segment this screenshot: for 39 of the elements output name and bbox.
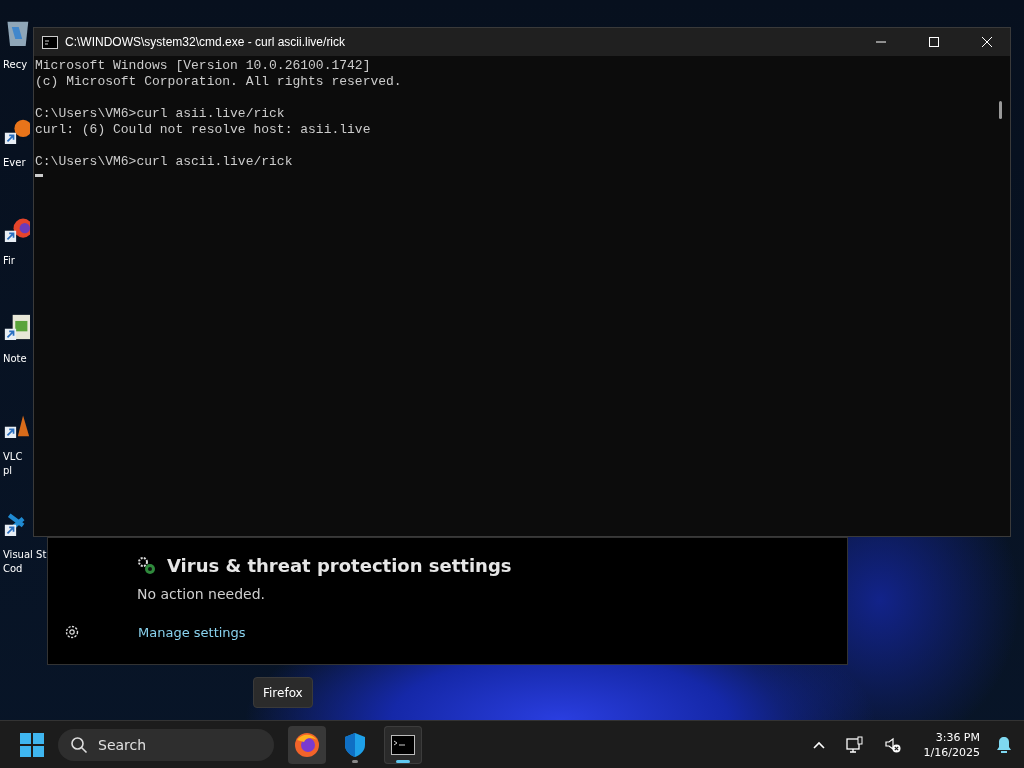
notepad-icon[interactable] (4, 312, 30, 342)
shield-icon (343, 731, 367, 758)
start-button[interactable] (20, 732, 44, 757)
scrollbar[interactable] (999, 101, 1002, 119)
bell-icon[interactable] (996, 735, 1012, 754)
console-line: Microsoft Windows [Version 10.0.26100.1742] (35, 58, 371, 73)
manage-settings-link[interactable]: Manage settings (138, 624, 246, 640)
browser-taskbar-button[interactable] (288, 725, 326, 764)
desktop-icon-label[interactable]: Recy (3, 58, 28, 72)
console-icon (42, 35, 58, 49)
search-icon (70, 735, 88, 754)
window-title: C:\WINDOWS\system32\cmd.exe - curl ascii.live/rick (65, 35, 346, 49)
settings-icon[interactable] (64, 624, 80, 640)
close-icon (981, 36, 993, 48)
console-line: curl: (6) Could not resolve host: asii.live (35, 122, 371, 137)
search-field[interactable]: Search (58, 728, 274, 761)
muted-speaker-icon[interactable] (883, 735, 902, 754)
console-line: (c) Microsoft Corporation. All rights reserved. (35, 74, 402, 89)
desktop-icon-label[interactable]: Note (3, 352, 27, 366)
chevron-up-icon[interactable] (811, 739, 826, 750)
browser-icon (294, 731, 320, 758)
desktop-icon-label[interactable]: pl (3, 464, 13, 478)
desktop-icon-label[interactable]: Cod (3, 562, 23, 576)
console-line: C:\Users\VM6>curl asii.live/rick (35, 106, 285, 121)
console-taskbar-button[interactable] (384, 725, 422, 764)
desktop-icon-label[interactable]: Fir (3, 254, 15, 268)
section-heading: Virus & threat protection settings (167, 555, 512, 576)
desktop-icon-label[interactable]: Ever (3, 156, 26, 170)
tooltip: Firefox (253, 677, 313, 708)
gears-icon (137, 555, 157, 576)
console-icon (391, 734, 415, 755)
network-icon[interactable] (845, 735, 864, 754)
desktop-icon-label[interactable]: VLC (3, 450, 23, 464)
clock-date[interactable]: 1/16/2025 (923, 744, 980, 760)
desktop-icon-label[interactable]: Visual St (3, 548, 47, 562)
status-text: No action needed. (137, 586, 266, 602)
maximize-icon (928, 36, 940, 48)
clock-time[interactable]: 3:36 PM (935, 729, 980, 745)
console-line: C:\Users\VM6>curl ascii.live/rick (35, 154, 293, 169)
